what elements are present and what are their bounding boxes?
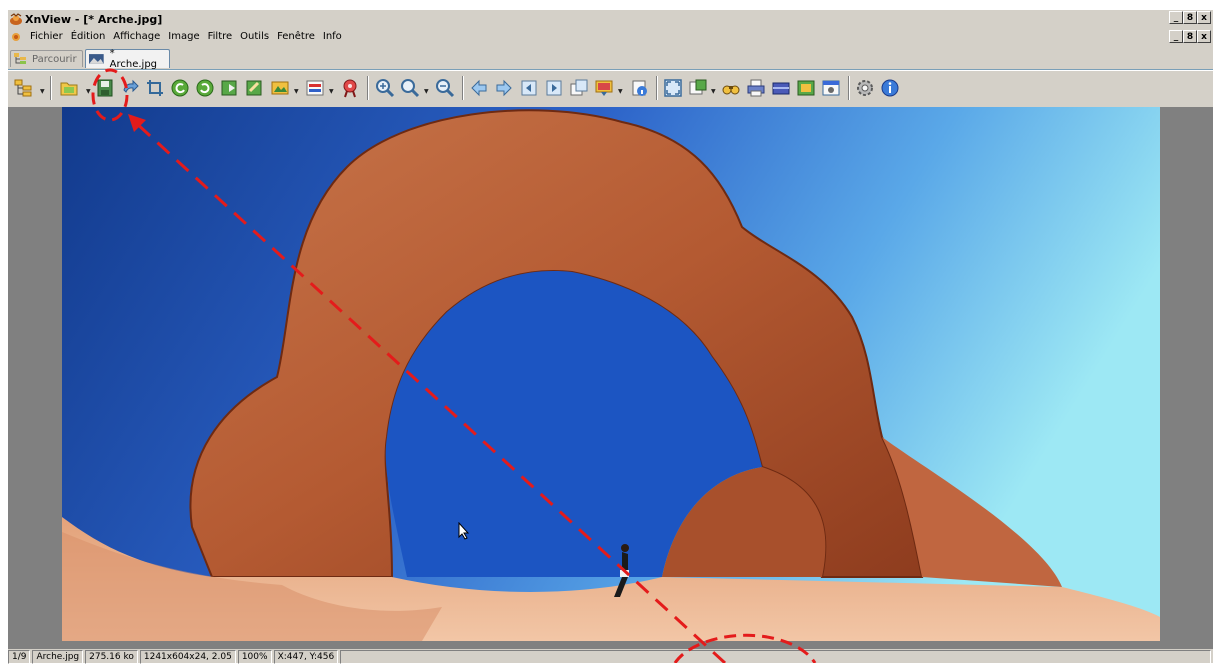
window-title: XnView - [* Arche.jpg] — [25, 12, 163, 26]
menu-fenetre[interactable]: Fenêtre — [273, 31, 319, 42]
edit-icon[interactable] — [245, 78, 265, 98]
tab-arche[interactable]: * Arche.jpg — [85, 48, 170, 70]
close-button[interactable]: x — [1197, 11, 1211, 24]
browser-tree-icon[interactable] — [13, 78, 33, 98]
status-cursor-position: X:447, Y:456 — [273, 649, 339, 664]
previous-icon[interactable] — [469, 78, 489, 98]
status-filler — [340, 649, 1211, 664]
about-icon[interactable] — [880, 78, 900, 98]
menu-edition[interactable]: Édition — [67, 31, 110, 42]
copy-icon[interactable] — [569, 78, 589, 98]
status-dimensions: 1241x604x24, 2.05 — [139, 649, 236, 664]
rotate-left-icon[interactable] — [170, 78, 190, 98]
status-index: 1/9 — [8, 649, 31, 664]
status-zoom: 100% — [237, 649, 272, 664]
image-tab-icon — [89, 54, 104, 64]
toolbar-separator — [50, 76, 52, 100]
main-toolbar: ▼ ▼ ▼ ▼ ▼ ▼ ▼ — [8, 70, 1213, 108]
search-icon[interactable] — [721, 78, 741, 98]
zoom-in-icon[interactable] — [375, 78, 395, 98]
document-menu-icon[interactable] — [11, 32, 21, 42]
convert-icon[interactable] — [688, 78, 708, 98]
window-controls: _ 8 x — [1169, 11, 1211, 24]
menu-fichier[interactable]: Fichier — [26, 31, 67, 42]
zoom-fit-icon[interactable] — [400, 78, 420, 98]
rotate-right-icon[interactable] — [195, 78, 215, 98]
image-viewer[interactable] — [8, 107, 1213, 649]
toolbar-separator — [848, 76, 850, 100]
tab-arche-label: * Arche.jpg — [109, 48, 158, 70]
maximize-button[interactable]: 8 — [1183, 11, 1197, 24]
menu-image[interactable]: Image — [164, 31, 203, 42]
toolbar-separator — [462, 76, 464, 100]
tab-parcourir[interactable]: Parcourir — [10, 50, 83, 67]
arch-photo — [62, 107, 1160, 641]
tab-parcourir-label: Parcourir — [32, 53, 77, 65]
next-icon[interactable] — [494, 78, 514, 98]
doc-restore-button[interactable]: 8 — [1183, 30, 1197, 43]
menu-filtre[interactable]: Filtre — [204, 31, 237, 42]
crop-icon[interactable] — [145, 78, 165, 98]
menu-outils[interactable]: Outils — [236, 31, 273, 42]
capture-icon[interactable] — [796, 78, 816, 98]
menu-bar: Fichier Édition Affichage Image Filtre O… — [8, 28, 1213, 45]
menu-info[interactable]: Info — [319, 31, 346, 42]
tab-bar: Parcourir * Arche.jpg — [8, 47, 1213, 70]
zoom-out-icon[interactable] — [435, 78, 455, 98]
first-icon[interactable] — [519, 78, 539, 98]
print-icon[interactable] — [746, 78, 766, 98]
dropdown-arrow-icon[interactable]: ▼ — [86, 88, 91, 95]
toolbar-separator — [367, 76, 369, 100]
color-adjust-icon[interactable] — [305, 78, 325, 98]
scanner-icon[interactable] — [771, 78, 791, 98]
slideshow-icon[interactable] — [270, 78, 290, 98]
application-window: XnView - [* Arche.jpg] _ 8 x Fichier Édi… — [8, 10, 1213, 664]
last-icon[interactable] — [544, 78, 564, 98]
dropdown-arrow-icon[interactable]: ▼ — [618, 88, 623, 95]
menu-affichage[interactable]: Affichage — [109, 31, 164, 42]
status-bar: 1/9 Arche.jpg 275.16 ko 1241x604x24, 2.0… — [8, 649, 1213, 664]
dropdown-arrow-icon[interactable]: ▼ — [40, 88, 45, 95]
export-icon[interactable] — [220, 78, 240, 98]
dropdown-arrow-icon[interactable]: ▼ — [424, 88, 429, 95]
doc-close-button[interactable]: x — [1197, 30, 1211, 43]
info-icon[interactable] — [629, 78, 649, 98]
mouse-cursor-icon — [458, 522, 470, 540]
undo-icon[interactable] — [120, 78, 140, 98]
save-icon[interactable] — [95, 78, 115, 98]
dropdown-arrow-icon[interactable]: ▼ — [294, 88, 299, 95]
xnview-app-icon — [10, 13, 22, 25]
fullscreen-icon[interactable] — [663, 78, 683, 98]
dropdown-arrow-icon[interactable]: ▼ — [711, 88, 716, 95]
settings-icon[interactable] — [855, 78, 875, 98]
toolbar-separator — [656, 76, 658, 100]
wallpaper-icon[interactable] — [594, 78, 614, 98]
minimize-button[interactable]: _ — [1169, 11, 1183, 24]
dropdown-arrow-icon[interactable]: ▼ — [329, 88, 334, 95]
status-filesize: 275.16 ko — [85, 649, 138, 664]
open-folder-icon[interactable] — [59, 78, 79, 98]
screen-icon[interactable] — [821, 78, 841, 98]
doc-minimize-button[interactable]: _ — [1169, 30, 1183, 43]
title-bar: XnView - [* Arche.jpg] _ 8 x — [8, 10, 1213, 28]
status-filename: Arche.jpg — [32, 649, 84, 664]
browser-tree-icon — [14, 53, 26, 64]
document-window-controls: _ 8 x — [1169, 30, 1211, 43]
effects-icon[interactable] — [340, 78, 360, 98]
